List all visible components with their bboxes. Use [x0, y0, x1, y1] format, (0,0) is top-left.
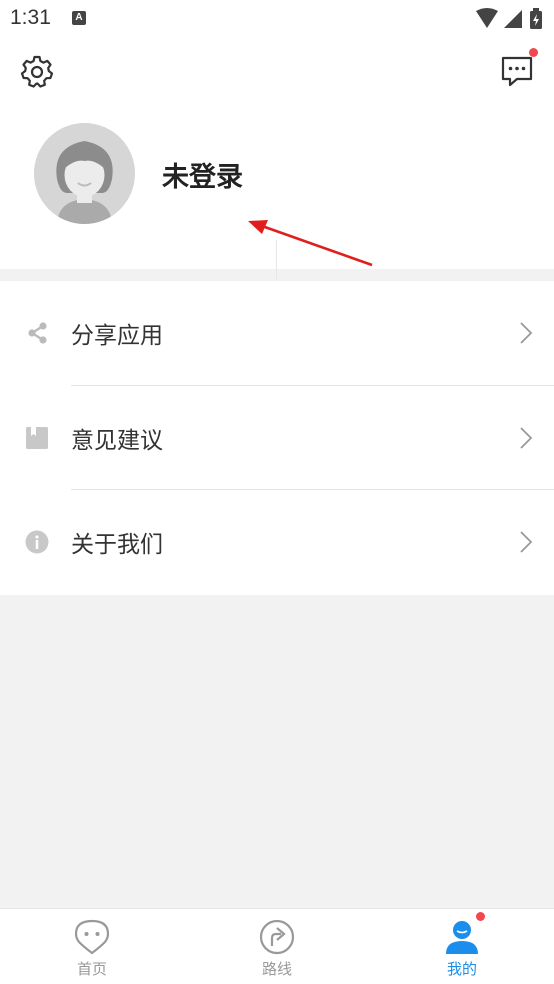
battery-charging-icon: [530, 8, 542, 29]
share-icon: [24, 320, 50, 346]
message-button[interactable]: [500, 48, 538, 88]
menu-item-label: 分享应用: [71, 323, 163, 350]
status-icons: [476, 8, 542, 29]
menu-list: 分享应用 意见建议 关于我们: [0, 281, 554, 595]
avatar[interactable]: [34, 123, 135, 224]
menu-item-feedback[interactable]: 意见建议: [0, 386, 554, 491]
info-icon: [24, 529, 50, 555]
menu-item-label: 意见建议: [71, 427, 163, 454]
menu-item-about[interactable]: 关于我们: [0, 490, 554, 595]
settings-button[interactable]: [20, 54, 54, 88]
header-divider: [276, 240, 277, 279]
wifi-icon: [476, 8, 498, 28]
a-letter-icon: A: [72, 11, 86, 25]
home-location-icon: [74, 919, 110, 955]
chevron-right-icon: [520, 322, 533, 344]
tab-label: 路线: [261, 960, 292, 978]
tab-label: 我的: [446, 960, 477, 978]
chat-bubble-icon: [501, 56, 533, 87]
gear-icon: [20, 55, 54, 88]
chevron-right-icon: [520, 427, 533, 449]
status-bar: 1:31 A: [0, 0, 554, 38]
signal-icon: [504, 10, 522, 28]
status-time: 1:31: [10, 6, 51, 29]
menu-item-label: 关于我们: [71, 532, 163, 559]
default-avatar-icon: [34, 123, 135, 224]
tab-badge-dot: [476, 912, 485, 921]
profile-header: 未登录: [0, 38, 554, 279]
tab-label: 首页: [76, 960, 107, 978]
tab-mine[interactable]: 我的: [370, 909, 554, 984]
route-arrow-icon: [259, 919, 295, 955]
login-status-text[interactable]: 未登录: [162, 155, 243, 194]
tab-route[interactable]: 路线: [185, 909, 369, 984]
annotation-arrow: [248, 220, 373, 267]
bottom-tab-bar: 首页 路线 我的: [0, 908, 554, 984]
bookmark-icon: [24, 425, 50, 451]
menu-item-share[interactable]: 分享应用: [0, 281, 554, 386]
tab-home[interactable]: 首页: [0, 909, 184, 984]
profile-icon: [446, 921, 478, 954]
unread-dot: [529, 48, 538, 57]
chevron-right-icon: [520, 531, 533, 554]
